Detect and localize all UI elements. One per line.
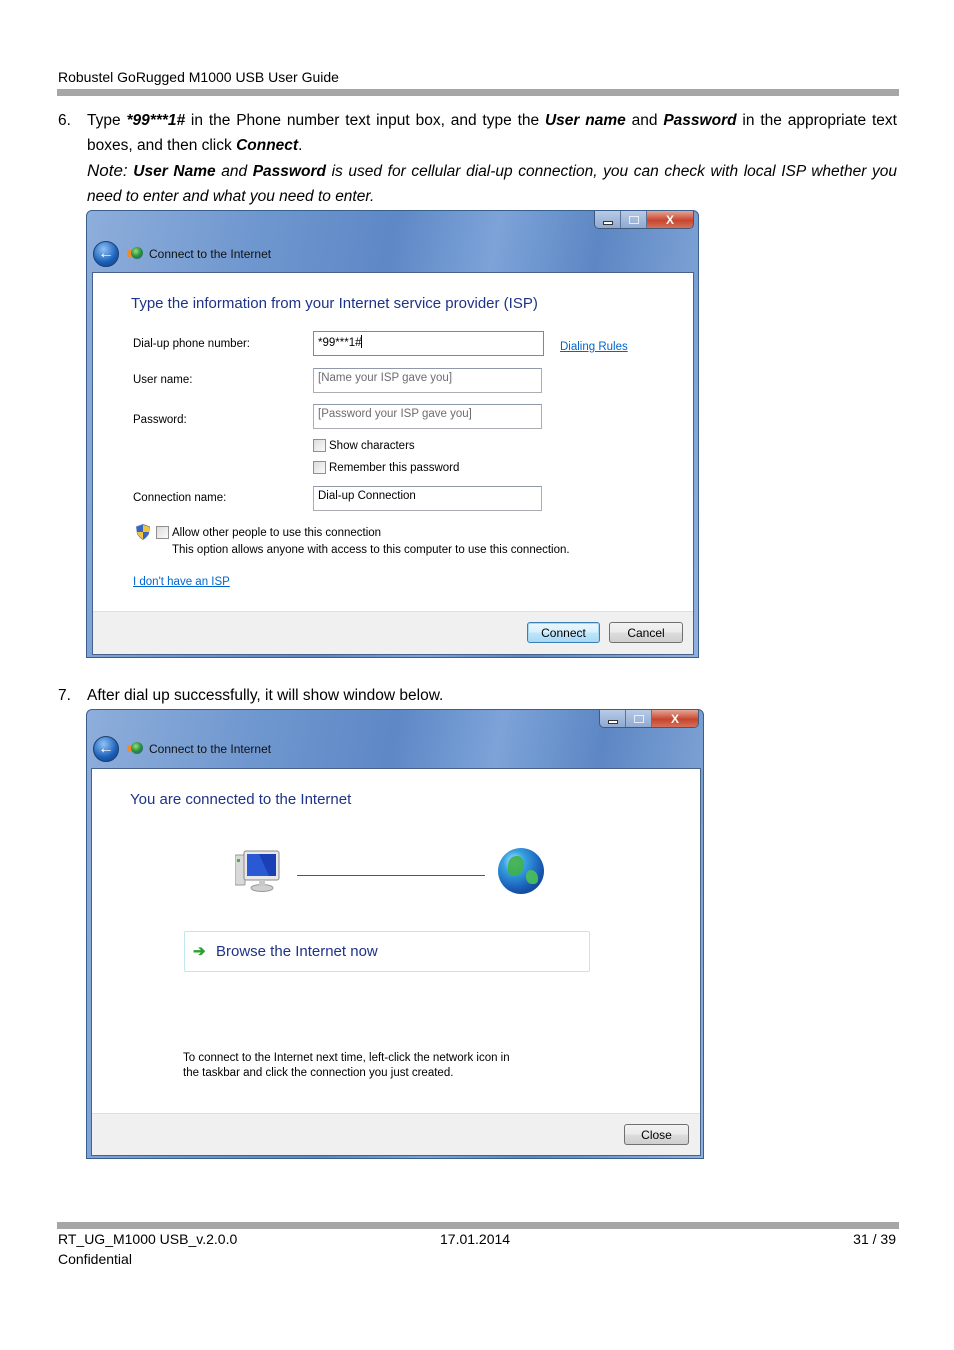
footer-classification: Confidential [58, 1251, 132, 1267]
back-button[interactable]: ← [93, 241, 119, 267]
network-connection-icon [127, 742, 143, 756]
step-note: Note: User Name and Password is used for… [87, 161, 897, 205]
connect-button[interactable]: Connect [527, 622, 600, 643]
dialog-button-bar: Close [92, 1113, 700, 1155]
close-button[interactable]: Close [624, 1124, 689, 1145]
dialog-button-bar: Connect Cancel [93, 611, 693, 654]
show-characters-checkbox[interactable]: Show characters [313, 439, 415, 452]
step-number: 7. [58, 687, 71, 704]
maximize-button[interactable] [626, 710, 652, 727]
back-button[interactable]: ← [93, 736, 119, 762]
internet-globe-icon [498, 848, 544, 894]
maximize-icon [628, 215, 639, 224]
close-icon: X [670, 711, 679, 726]
connected-dialog: X ← Connect to the Internet You are conn… [86, 709, 704, 1159]
nav-bar: ← Connect to the Internet [93, 241, 271, 267]
allow-others-checkbox[interactable]: Allow other people to use this connectio… [156, 526, 381, 539]
close-window-button[interactable]: X [647, 211, 693, 228]
browse-internet-link[interactable]: ➔ Browse the Internet now [184, 931, 590, 972]
footer-doc-id: RT_UG_M1000 USB_v.2.0.0 [58, 1231, 238, 1247]
header-rule [57, 89, 899, 96]
maximize-icon [633, 714, 644, 723]
footer-page-number: 31 / 39 [853, 1231, 896, 1247]
uac-shield-icon [136, 524, 150, 540]
connection-line [297, 875, 485, 876]
dialog-instruction: Type the information from your Internet … [131, 295, 538, 312]
minimize-icon [607, 719, 618, 724]
connection-name-input[interactable]: Dial-up Connection [313, 486, 542, 511]
cancel-button[interactable]: Cancel [609, 622, 683, 643]
footer-date: 17.01.2014 [440, 1231, 511, 1247]
connection-name-label: Connection name: [133, 492, 227, 504]
no-isp-link[interactable]: I don't have an ISP [133, 576, 230, 588]
dialog-content: Type the information from your Internet … [92, 272, 694, 655]
allow-others-description: This option allows anyone with access to… [172, 544, 570, 556]
user-name-input[interactable]: [Name your ISP gave you] [313, 368, 542, 393]
computer-icon [235, 850, 280, 892]
close-icon: X [665, 212, 674, 227]
connect-dialog-isp: X ← Connect to the Internet Type the inf… [86, 210, 699, 658]
nav-title: Connect to the Internet [149, 742, 272, 756]
close-window-button[interactable]: X [652, 710, 698, 727]
back-arrow-icon: ← [98, 740, 114, 757]
minimize-button[interactable] [600, 710, 626, 727]
step-number: 6. [58, 112, 71, 129]
dialog-content: You are connected to the Internet ➔ Brow… [91, 768, 701, 1156]
minimize-button[interactable] [595, 211, 621, 228]
green-arrow-icon: ➔ [193, 943, 206, 960]
maximize-button[interactable] [621, 211, 647, 228]
password-input[interactable]: [Password your ISP gave you] [313, 404, 542, 429]
browse-label: Browse the Internet now [216, 943, 378, 960]
nav-bar: ← Connect to the Internet [93, 736, 271, 762]
password-label: Password: [133, 414, 187, 426]
hint-text: To connect to the Internet next time, le… [183, 1052, 510, 1079]
back-arrow-icon: ← [98, 245, 114, 262]
phone-number-input[interactable]: *99***1# [313, 331, 544, 356]
window-caption-buttons: X [594, 211, 694, 229]
phone-label: Dial-up phone number: [133, 338, 250, 350]
minimize-icon [602, 220, 613, 225]
remember-password-checkbox[interactable]: Remember this password [313, 461, 459, 474]
dialing-rules-link[interactable]: Dialing Rules [560, 341, 628, 353]
dialog-instruction: You are connected to the Internet [130, 791, 352, 808]
footer-rule [57, 1222, 899, 1229]
nav-title: Connect to the Internet [149, 247, 272, 261]
document-header: Robustel GoRugged M1000 USB User Guide [58, 69, 339, 85]
window-caption-buttons: X [599, 710, 699, 728]
network-connection-icon [127, 247, 143, 261]
user-name-label: User name: [133, 374, 193, 386]
